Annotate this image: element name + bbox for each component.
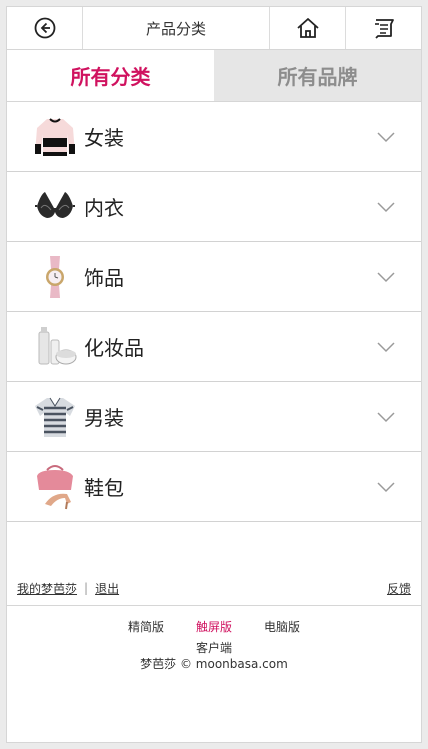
category-label: 女装 bbox=[84, 126, 124, 150]
tab-bar: 所有分类 所有品牌 bbox=[7, 50, 421, 102]
home-icon bbox=[296, 18, 319, 38]
cosmetics-icon bbox=[33, 324, 77, 370]
menu-button[interactable] bbox=[345, 7, 421, 49]
shoes-bag-icon bbox=[33, 464, 77, 510]
logout-link[interactable]: 退出 bbox=[95, 580, 119, 597]
page-title: 产品分类 bbox=[145, 19, 206, 38]
watch-icon bbox=[33, 254, 77, 300]
chevron-down-icon bbox=[377, 481, 395, 492]
footer-links: 我的梦芭莎 | 退出 反馈 bbox=[17, 577, 411, 599]
version-switcher: 精简版 触屏版 电脑版 bbox=[7, 618, 421, 635]
chevron-down-icon bbox=[377, 201, 395, 212]
category-label: 鞋包 bbox=[84, 476, 124, 500]
chevron-down-icon bbox=[377, 411, 395, 422]
back-button[interactable] bbox=[7, 7, 83, 49]
version-touch-link[interactable]: 触屏版 bbox=[196, 618, 232, 635]
tab-all-categories[interactable]: 所有分类 bbox=[7, 50, 214, 101]
copyright-text: 梦芭莎 © moonbasa.com bbox=[140, 657, 288, 671]
chevron-down-icon bbox=[377, 131, 395, 142]
category-item-menswear[interactable]: 男装 bbox=[7, 382, 421, 452]
circle-arrow-left-icon bbox=[34, 17, 55, 39]
category-label: 化妆品 bbox=[84, 336, 144, 360]
version-lite-link[interactable]: 精简版 bbox=[128, 618, 164, 635]
home-button[interactable] bbox=[269, 7, 345, 49]
category-item-accessories[interactable]: 饰品 bbox=[7, 242, 421, 312]
feedback-link[interactable]: 反馈 bbox=[387, 580, 411, 597]
list-icon bbox=[374, 19, 394, 39]
polo-shirt-icon bbox=[33, 394, 77, 440]
footer-divider bbox=[7, 605, 421, 606]
category-item-shoes-bags[interactable]: 鞋包 bbox=[7, 452, 421, 522]
chevron-down-icon bbox=[377, 341, 395, 352]
category-item-womens[interactable]: 女装 bbox=[7, 102, 421, 172]
version-desktop-link[interactable]: 电脑版 bbox=[264, 618, 300, 635]
divider: | bbox=[84, 581, 89, 595]
client-link[interactable]: 客户端 bbox=[7, 639, 421, 656]
category-list: 女装 内衣 饰品 化妆品 男装 鞋包 bbox=[7, 102, 421, 522]
category-label: 饰品 bbox=[84, 266, 124, 290]
category-item-cosmetics[interactable]: 化妆品 bbox=[7, 312, 421, 382]
sweater-icon bbox=[33, 114, 77, 160]
category-label: 男装 bbox=[84, 406, 124, 430]
category-item-lingerie[interactable]: 内衣 bbox=[7, 172, 421, 242]
my-account-link[interactable]: 我的梦芭莎 bbox=[17, 580, 77, 597]
tab-all-brands[interactable]: 所有品牌 bbox=[214, 50, 421, 101]
header: 产品分类 bbox=[7, 7, 421, 50]
chevron-down-icon bbox=[377, 271, 395, 282]
category-label: 内衣 bbox=[84, 196, 124, 220]
bra-icon bbox=[33, 184, 77, 230]
page: 产品分类 所有分类 所有品牌 女装 内衣 饰品 化妆品 男装 鞋包 我的梦芭莎 … bbox=[6, 6, 422, 743]
